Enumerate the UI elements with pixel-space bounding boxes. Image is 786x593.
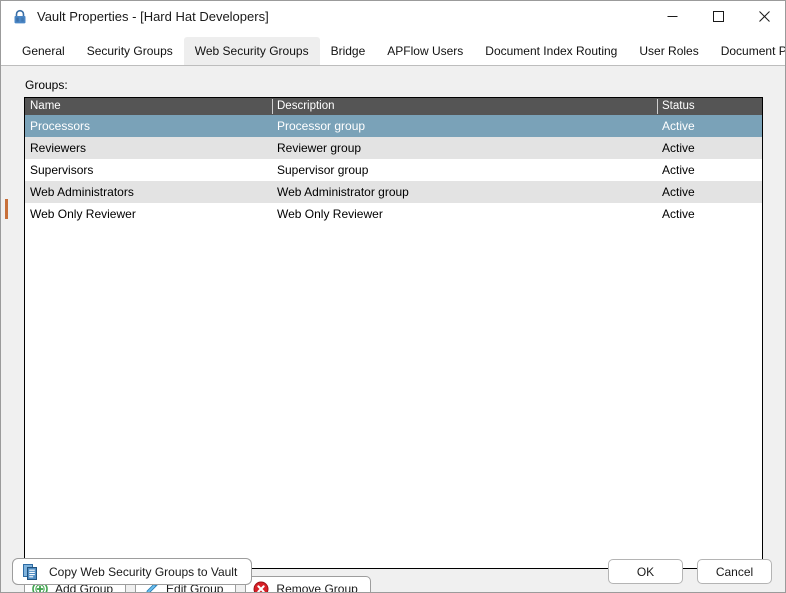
tab-document-index-routing[interactable]: Document Index Routing (474, 37, 628, 65)
remove-group-button[interactable]: Remove Group (245, 576, 371, 593)
table-row[interactable]: Web Only Reviewer Web Only Reviewer Acti… (25, 203, 762, 225)
list-header-row: Name Description Status (25, 98, 762, 115)
dialog-buttons: OK Cancel (608, 559, 772, 584)
background-window-edge (5, 199, 8, 219)
tab-web-security-groups[interactable]: Web Security Groups (183, 37, 320, 65)
tab-apflow-users[interactable]: APFlow Users (376, 37, 474, 65)
close-icon (758, 11, 770, 22)
tab-list: General Security Groups Web Security Gro… (11, 37, 785, 66)
cell-status: Active (662, 163, 695, 177)
minimize-icon (667, 16, 677, 17)
cell-status: Active (662, 207, 695, 221)
cell-status: Active (662, 119, 695, 133)
groups-list[interactable]: Name Description Status Processors Proce… (24, 97, 763, 569)
cell-description: Supervisor group (277, 163, 369, 177)
window-title: Vault Properties - [Hard Hat Developers] (37, 9, 269, 24)
delete-circle-icon (253, 581, 269, 592)
column-header-status[interactable]: Status (657, 98, 762, 115)
cell-status: Active (662, 185, 695, 199)
close-button[interactable] (741, 1, 785, 32)
cell-description: Web Only Reviewer (277, 207, 383, 221)
copy-button-label: Copy Web Security Groups to Vault (49, 564, 238, 579)
table-row[interactable]: Web Administrators Web Administrator gro… (25, 181, 762, 203)
cell-name: Web Administrators (30, 185, 134, 199)
ok-button[interactable]: OK (608, 559, 683, 584)
title-bar: Vault Properties - [Hard Hat Developers] (1, 1, 785, 32)
cell-name: Processors (30, 119, 91, 133)
cell-name: Web Only Reviewer (30, 207, 136, 221)
vault-properties-dialog: Vault Properties - [Hard Hat Developers]… (0, 0, 786, 593)
table-row[interactable]: Supervisors Supervisor group Active (25, 159, 762, 181)
tab-security-groups[interactable]: Security Groups (76, 37, 184, 65)
tab-document-publishing[interactable]: Document Publishing (710, 37, 785, 65)
cell-name: Reviewers (30, 141, 87, 155)
maximize-icon (712, 11, 724, 22)
table-row[interactable]: Reviewers Reviewer group Active (25, 137, 762, 159)
remove-group-label: Remove Group (276, 581, 358, 593)
tab-strip: General Security Groups Web Security Gro… (1, 32, 785, 66)
cancel-button[interactable]: Cancel (697, 559, 772, 584)
cell-status: Active (662, 141, 695, 155)
tab-general[interactable]: General (11, 37, 76, 65)
table-row[interactable]: Processors Processor group Active (25, 115, 762, 137)
tab-bridge[interactable]: Bridge (320, 37, 377, 65)
copy-web-security-groups-button[interactable]: Copy Web Security Groups to Vault (12, 558, 253, 585)
lock-icon (12, 9, 28, 25)
groups-label: Groups: (25, 78, 68, 92)
cell-description: Reviewer group (277, 141, 362, 155)
cell-description: Processor group (277, 119, 366, 133)
tab-user-roles[interactable]: User Roles (628, 37, 709, 65)
cell-description: Web Administrator group (277, 185, 409, 199)
cell-name: Supervisors (30, 163, 94, 177)
copy-documents-icon (23, 563, 37, 580)
footer-left: Copy Web Security Groups to Vault (12, 558, 253, 585)
column-header-description[interactable]: Description (272, 98, 657, 115)
maximize-button[interactable] (695, 1, 741, 32)
minimize-button[interactable] (649, 1, 695, 32)
column-header-name[interactable]: Name (25, 98, 272, 115)
tab-content-web-security-groups: Groups: Name Description Status Processo… (1, 66, 785, 592)
